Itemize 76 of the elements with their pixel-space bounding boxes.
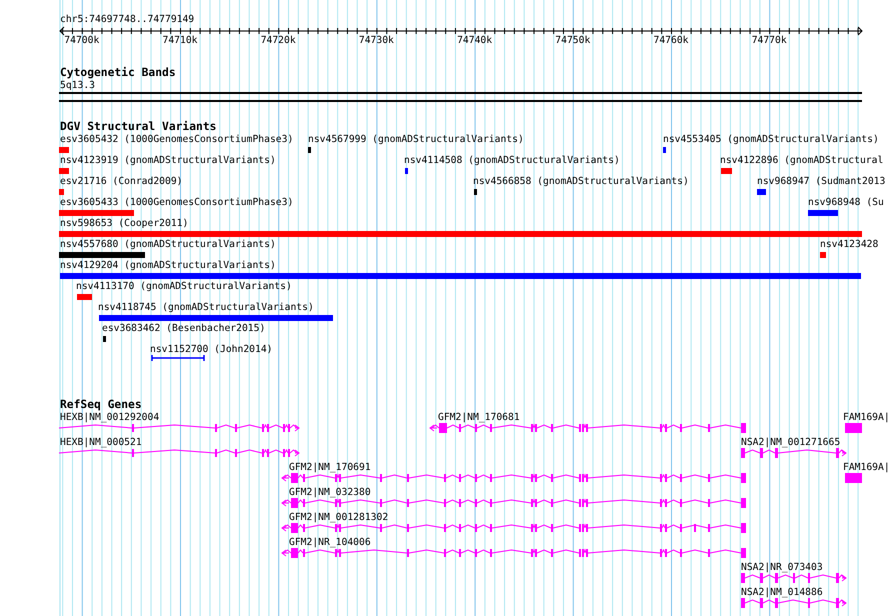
variant-label: esv21716 (Conrad2009) xyxy=(60,176,182,188)
variant-label: nsv4553405 (gnomADStructuralVariants) xyxy=(663,134,879,146)
variant-label: esv3683462 (Besenbacher2015) xyxy=(102,323,266,335)
tick-label: 74710k xyxy=(162,35,198,47)
variant-bar[interactable] xyxy=(474,189,477,195)
gene-model[interactable] xyxy=(281,498,746,508)
variant-bar[interactable] xyxy=(59,168,69,174)
gene-label: GFM2|NM_032380 xyxy=(289,487,371,499)
tick-label: 74750k xyxy=(555,35,590,47)
band-bar[interactable] xyxy=(59,92,862,102)
gene-label: GFM2|NR_104006 xyxy=(289,537,371,549)
gene-label: GFM2|NM_001281302 xyxy=(289,512,388,524)
track-title: Cytogenetic Bands xyxy=(60,67,176,79)
variant-label: nsv4129204 (gnomADStructuralVariants) xyxy=(60,260,276,272)
variant-label: esv3605432 (1000GenomesConsortiumPhase3) xyxy=(60,134,294,146)
variant-bar[interactable] xyxy=(663,147,666,153)
tick-label: 74730k xyxy=(358,35,394,47)
variant-bar[interactable] xyxy=(59,231,862,237)
tick-label: 74720k xyxy=(260,35,296,47)
variant-bar[interactable] xyxy=(308,147,311,153)
variant-bar[interactable] xyxy=(405,168,408,174)
gene-label: NSA2|NM_014886 xyxy=(741,587,823,599)
gene-model[interactable] xyxy=(741,448,847,458)
gene-block[interactable] xyxy=(845,423,862,433)
gene-model[interactable] xyxy=(281,473,746,483)
variant-label: nsv968947 (Sudmant2013 xyxy=(757,176,886,188)
variant-bar[interactable] xyxy=(757,189,766,195)
gene-label: NSA2|NM_001271665 xyxy=(741,437,840,449)
gene-model[interactable] xyxy=(429,423,746,433)
variant-bar[interactable] xyxy=(808,210,838,216)
tick-label: 74740k xyxy=(457,35,492,47)
track-title: RefSeq Genes xyxy=(60,399,142,411)
gene-label: NSA2|NR_073403 xyxy=(741,562,823,574)
gene-model[interactable] xyxy=(281,523,746,533)
variant-label: nsv4113170 (gnomADStructuralVariants) xyxy=(76,281,292,293)
gene-label: HEXB|NM_000521 xyxy=(60,437,142,449)
variant-bar[interactable] xyxy=(77,294,92,300)
gene-model[interactable] xyxy=(741,573,847,583)
variant-bar[interactable] xyxy=(60,273,861,279)
variant-bar[interactable] xyxy=(721,168,732,174)
variant-bar[interactable] xyxy=(59,210,134,216)
tick-label: 74770k xyxy=(752,35,787,47)
gene-label: FAM169A| xyxy=(843,412,890,424)
variant-label: nsv968948 (Su xyxy=(808,197,884,209)
variant-label: nsv4566858 (gnomADStructuralVariants) xyxy=(473,176,689,188)
gene-label: GFM2|NM_170691 xyxy=(289,462,371,474)
variant-label: nsv4122896 (gnomADStructural xyxy=(720,155,884,167)
variant-bar[interactable] xyxy=(59,189,64,195)
variant-label: nsv4123428 xyxy=(820,239,878,251)
band-label: 5q13.3 xyxy=(60,80,95,92)
tick-label: 74700k xyxy=(64,35,100,47)
variant-bar[interactable] xyxy=(820,252,826,258)
variant-bar[interactable] xyxy=(103,336,106,342)
gene-model[interactable] xyxy=(58,424,300,432)
gene-label: HEXB|NM_001292004 xyxy=(60,412,160,424)
gene-label: GFM2|NM_170681 xyxy=(438,412,520,424)
gene-model[interactable] xyxy=(741,598,847,608)
gene-model[interactable] xyxy=(281,548,746,558)
location-label: chr5:74697748..74779149 xyxy=(60,14,194,26)
variant-label: nsv1152700 (John2014) xyxy=(150,344,272,356)
variant-bar[interactable] xyxy=(59,252,145,258)
variant-bar[interactable] xyxy=(59,147,69,153)
gene-block[interactable] xyxy=(845,473,862,483)
variant-bar[interactable] xyxy=(99,315,333,321)
variant-label: esv3605433 (1000GenomesConsortiumPhase3) xyxy=(60,197,294,209)
variant-label: nsv598653 (Cooper2011) xyxy=(60,218,188,230)
gene-model[interactable] xyxy=(58,448,300,457)
tick-label: 74760k xyxy=(654,35,688,47)
variant-label: nsv4114508 (gnomADStructuralVariants) xyxy=(404,155,620,167)
variant-label: nsv4118745 (gnomADStructuralVariants) xyxy=(98,302,314,314)
variant-label: nsv4123919 (gnomADStructuralVariants) xyxy=(60,155,276,167)
variant-label: nsv4567999 (gnomADStructuralVariants) xyxy=(308,134,524,146)
variant-label: nsv4557680 (gnomADStructuralVariants) xyxy=(60,239,276,251)
track-title: DGV Structural Variants xyxy=(60,121,216,133)
variant-span[interactable] xyxy=(151,355,205,361)
gene-label: FAM169A| xyxy=(843,462,890,474)
